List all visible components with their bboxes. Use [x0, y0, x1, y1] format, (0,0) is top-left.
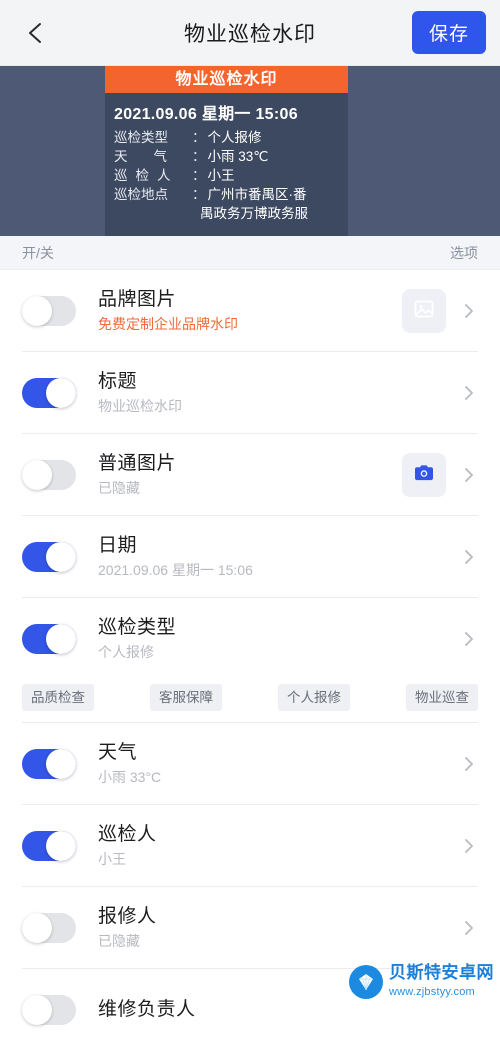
- toggle-knob: [46, 749, 76, 779]
- watermark-colon: ：: [192, 187, 206, 202]
- toggle-knob: [46, 378, 76, 408]
- toggle-inspection-type[interactable]: [22, 624, 76, 654]
- list-item-subtitle: 2021.09.06 星期一 15:06: [98, 562, 253, 578]
- list-item-subtitle: 小王: [98, 851, 126, 867]
- site-watermark: 贝斯特安卓网 www.zjbstyy.com: [349, 964, 494, 1000]
- watermark-title-bar: 物业巡检水印: [105, 66, 348, 93]
- chip-quality-check[interactable]: 品质检查: [22, 684, 94, 711]
- site-watermark-url: www.zjbstyy.com: [389, 986, 475, 999]
- back-button[interactable]: [14, 11, 58, 55]
- toggle-weather[interactable]: [22, 749, 76, 779]
- toggle-normal-image[interactable]: [22, 460, 76, 490]
- watermark-field-type-value: 个人报修: [207, 130, 262, 145]
- watermark-field-inspector: 巡检人 ： 小王: [114, 166, 339, 185]
- app-header: 物业巡检水印 保存: [0, 0, 500, 66]
- watermark-field-weather-key: 天气: [114, 149, 193, 164]
- toggle-brand-image[interactable]: [22, 296, 76, 326]
- list-item-title: 日期: [98, 535, 138, 556]
- list-item-subtitle: 个人报修: [98, 644, 154, 660]
- column-header-bar: 开/关 选项: [0, 236, 500, 270]
- list-item-weather[interactable]: 天气 小雨 33°C: [0, 723, 500, 805]
- list-item-title: 普通图片: [98, 453, 177, 474]
- toggle-knob: [46, 624, 76, 654]
- save-button[interactable]: 保存: [411, 11, 486, 54]
- list-item-reporter[interactable]: 报修人 已隐藏: [0, 887, 500, 969]
- watermark-field-inspector-value: 小王: [207, 168, 235, 183]
- list-item-date[interactable]: 日期 2021.09.06 星期一 15:06: [0, 516, 500, 598]
- watermark-field-inspector-key: 巡检人: [114, 168, 179, 183]
- chevron-right-icon[interactable]: [460, 548, 478, 566]
- chip-service-guarantee[interactable]: 客服保障: [150, 684, 222, 711]
- watermark-datetime: 2021.09.06 星期一 15:06: [114, 106, 298, 123]
- site-logo-icon: [349, 965, 383, 1000]
- watermark-field-location-key: 巡检地点: [114, 187, 168, 202]
- list-item-title: 标题: [98, 371, 138, 392]
- chevron-right-icon[interactable]: [460, 755, 478, 773]
- chevron-right-icon[interactable]: [460, 466, 478, 484]
- toggle-reporter[interactable]: [22, 913, 76, 943]
- list-item-title: 天气: [98, 742, 138, 763]
- column-header-switch: 开/关: [22, 244, 54, 261]
- watermark-colon: ：: [192, 168, 206, 183]
- chevron-right-icon[interactable]: [460, 302, 478, 320]
- watermark-field-location: 巡检地点 ： 广州市番禺区·番: [114, 185, 339, 204]
- toggle-knob: [22, 913, 52, 943]
- chevron-right-icon[interactable]: [460, 630, 478, 648]
- list-item-subtitle: 免费定制企业品牌水印: [98, 316, 238, 332]
- toggle-knob: [22, 995, 52, 1025]
- toggle-repair-manager[interactable]: [22, 995, 76, 1025]
- toggle-knob: [46, 831, 76, 861]
- settings-list: 品牌图片 免费定制企业品牌水印 标题 物业巡检水印 普通图片 已隐藏 日期 20…: [0, 270, 500, 1051]
- watermark-field-type: 巡检类型 ： 个人报修: [114, 128, 339, 147]
- list-item-subtitle: 已隐藏: [98, 480, 140, 496]
- chevron-right-icon[interactable]: [460, 837, 478, 855]
- watermark-card: 物业巡检水印 2021.09.06 星期一 15:06 巡检类型 ： 个人报修 …: [105, 66, 348, 236]
- watermark-field-location-value-line2: 禺政务万博政务服: [200, 206, 308, 221]
- list-item-brand-image[interactable]: 品牌图片 免费定制企业品牌水印: [0, 270, 500, 352]
- toggle-date[interactable]: [22, 542, 76, 572]
- list-item-title: 维修负责人: [98, 999, 196, 1020]
- chip-personal-repair[interactable]: 个人报修: [278, 684, 350, 711]
- list-item-subtitle: 小雨 33°C: [98, 769, 162, 785]
- watermark-preview[interactable]: 物业巡检水印 2021.09.06 星期一 15:06 巡检类型 ： 个人报修 …: [0, 66, 500, 236]
- toggle-inspector[interactable]: [22, 831, 76, 861]
- camera-icon: [412, 461, 436, 490]
- toggle-knob: [22, 460, 52, 490]
- image-icon: [412, 297, 436, 326]
- list-item-title: 报修人: [98, 906, 157, 927]
- list-item-inspection-type[interactable]: 巡检类型 个人报修: [0, 598, 500, 680]
- watermark-colon: ：: [192, 130, 206, 145]
- list-item-inspector[interactable]: 巡检人 小王: [0, 805, 500, 887]
- chip-property-patrol[interactable]: 物业巡查: [406, 684, 478, 711]
- arrow-left-icon: [23, 20, 49, 46]
- list-item-subtitle: 物业巡检水印: [98, 398, 182, 414]
- watermark-colon: ：: [192, 149, 206, 164]
- watermark-field-weather-value: 小雨 33℃: [207, 149, 269, 164]
- brand-image-thumbnail[interactable]: [402, 289, 446, 333]
- watermark-field-weather: 天气 ： 小雨 33℃: [114, 147, 339, 166]
- toggle-knob: [46, 542, 76, 572]
- watermark-field-location-value: 广州市番禺区·番: [207, 187, 307, 202]
- chevron-right-icon[interactable]: [460, 919, 478, 937]
- normal-image-thumbnail[interactable]: [402, 453, 446, 497]
- toggle-knob: [22, 296, 52, 326]
- column-header-options: 选项: [450, 244, 478, 261]
- site-watermark-name: 贝斯特安卓网: [389, 963, 494, 983]
- chevron-right-icon[interactable]: [460, 384, 478, 402]
- list-item-title: 品牌图片: [98, 289, 177, 310]
- list-item-title-row[interactable]: 标题 物业巡检水印: [0, 352, 500, 434]
- list-item-title: 巡检人: [98, 824, 157, 845]
- watermark-body: 2021.09.06 星期一 15:06 巡检类型 ： 个人报修 天气 ： 小雨…: [105, 93, 348, 223]
- inspection-type-chip-list: 品质检查 客服保障 个人报修 物业巡查: [0, 680, 500, 723]
- list-item-subtitle: 已隐藏: [98, 933, 140, 949]
- list-item-normal-image[interactable]: 普通图片 已隐藏: [0, 434, 500, 516]
- watermark-field-type-key: 巡检类型: [114, 130, 168, 145]
- toggle-title[interactable]: [22, 378, 76, 408]
- list-item-title: 巡检类型: [98, 617, 177, 638]
